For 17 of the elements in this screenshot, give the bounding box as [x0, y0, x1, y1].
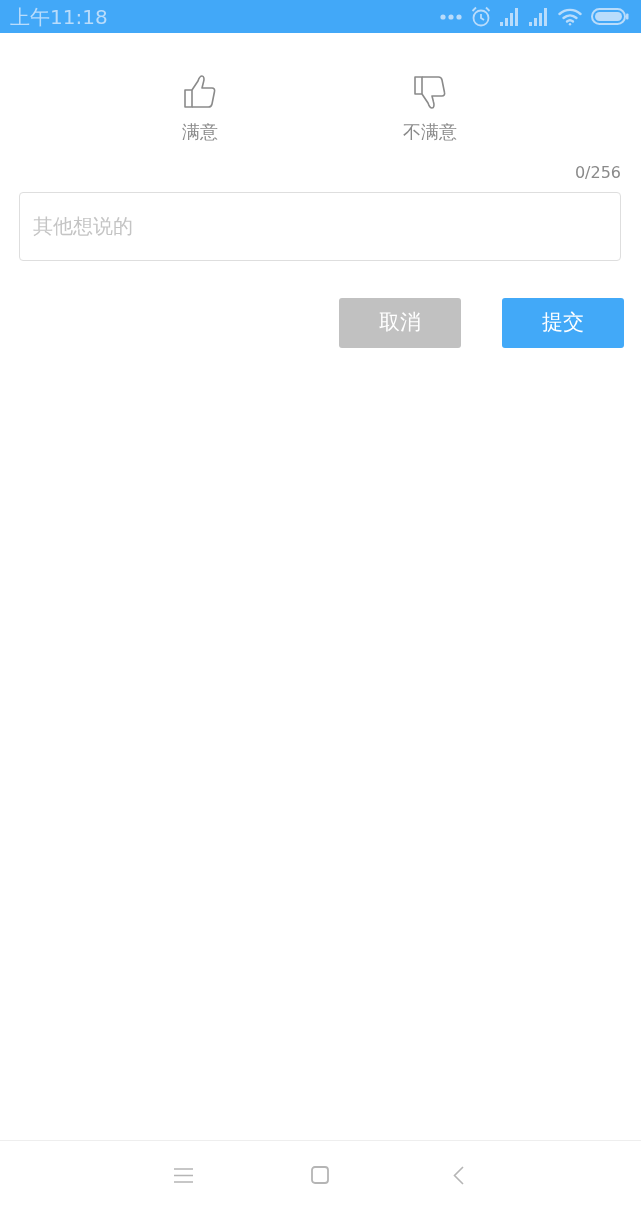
like-option[interactable]: 满意 — [140, 75, 260, 141]
dislike-option[interactable]: 不满意 — [370, 75, 490, 141]
submit-button[interactable]: 提交 — [502, 298, 624, 348]
comment-field[interactable]: 其他想说的 — [19, 192, 621, 261]
status-time: 上午11:18 — [10, 6, 108, 27]
menu-icon[interactable] — [174, 1167, 193, 1183]
home-square-icon[interactable] — [311, 1166, 329, 1184]
wifi-icon — [558, 7, 582, 26]
battery-icon — [591, 8, 629, 25]
signal-icon — [529, 7, 549, 26]
more-dots-icon — [440, 13, 462, 20]
alarm-clock-icon — [471, 6, 491, 27]
rating-label: 满意 — [182, 123, 218, 141]
signal-icon — [500, 7, 520, 26]
rating-label: 不满意 — [403, 123, 457, 141]
character-counter: 0/256 — [574, 165, 621, 181]
back-icon[interactable] — [453, 1165, 464, 1185]
